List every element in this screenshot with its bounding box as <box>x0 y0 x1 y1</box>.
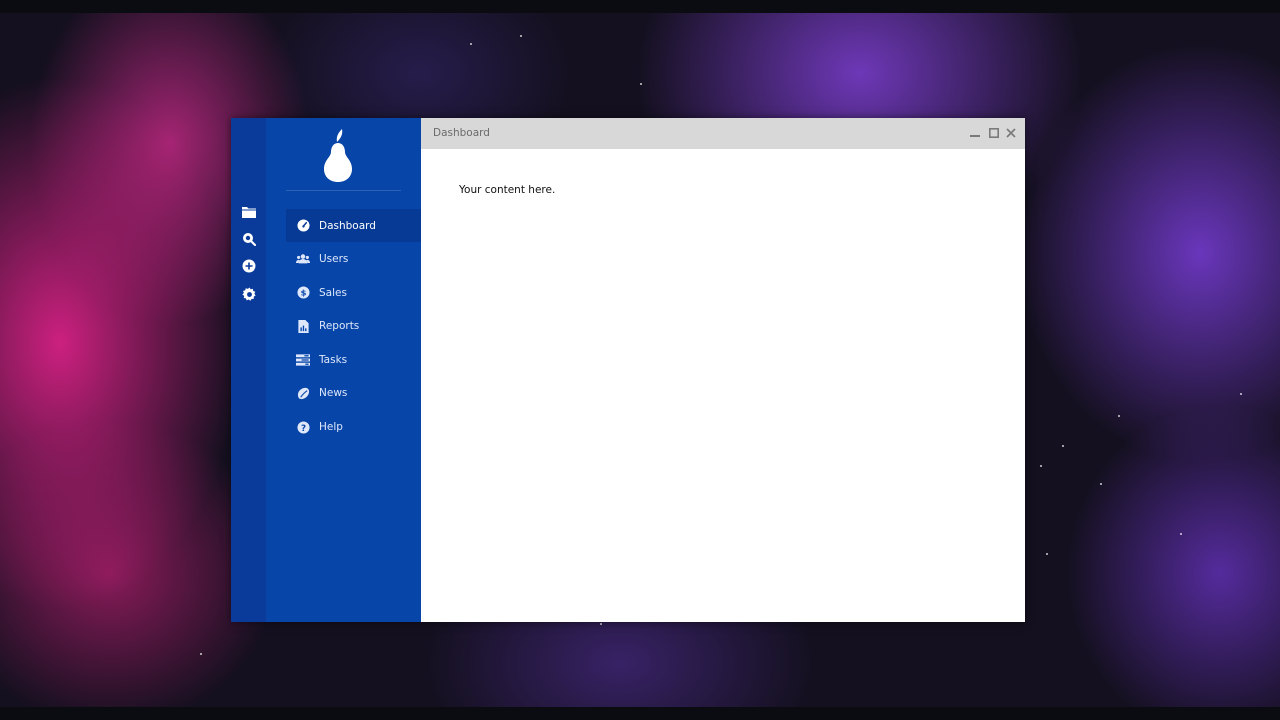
content-text: Your content here. <box>459 184 556 196</box>
minimize-button[interactable] <box>968 126 982 140</box>
sidebar-item-dashboard[interactable]: Dashboard <box>286 209 421 242</box>
users-icon <box>296 252 310 266</box>
gear-icon[interactable] <box>240 285 258 303</box>
sidebar-item-tasks[interactable]: Tasks <box>286 343 421 376</box>
maximize-icon <box>989 128 999 138</box>
folder-icon[interactable] <box>240 203 258 221</box>
help-icon: ? <box>296 420 310 434</box>
close-icon <box>1006 128 1016 138</box>
main-content: Your content here. <box>421 149 1025 622</box>
sidebar-item-label: News <box>319 387 348 400</box>
sidebar-item-help[interactable]: ? Help <box>286 411 421 444</box>
zoom-icon[interactable] <box>240 230 258 248</box>
app-window: Dashboard Users $ Sales Reports Tasks Ne… <box>231 118 1025 622</box>
sidebar-item-reports[interactable]: Reports <box>286 310 421 343</box>
pear-logo-icon <box>319 128 357 184</box>
logo-divider <box>286 190 401 191</box>
sidebar-item-news[interactable]: News <box>286 377 421 410</box>
svg-text:$: $ <box>300 288 306 298</box>
report-icon <box>296 319 310 333</box>
news-icon <box>296 386 310 400</box>
gauge-icon <box>296 219 310 233</box>
title-bar[interactable]: Dashboard <box>421 118 1025 149</box>
minimize-icon <box>970 135 980 137</box>
sidebar-item-label: Reports <box>319 320 360 333</box>
dollar-icon: $ <box>296 286 310 300</box>
sidebar-menu: Dashboard Users $ Sales Reports Tasks Ne… <box>286 209 421 444</box>
sidebar-item-label: Help <box>319 421 343 434</box>
svg-text:?: ? <box>300 423 305 433</box>
icon-bar <box>231 118 266 622</box>
maximize-button[interactable] <box>987 126 1001 140</box>
sidebar-item-label: Sales <box>319 286 347 299</box>
sidebar: Dashboard Users $ Sales Reports Tasks Ne… <box>266 118 421 622</box>
sidebar-item-label: Dashboard <box>319 219 376 232</box>
close-button[interactable] <box>1004 126 1018 140</box>
add-circle-icon[interactable] <box>240 257 258 275</box>
sidebar-item-users[interactable]: Users <box>286 243 421 276</box>
window-title: Dashboard <box>433 127 490 139</box>
sidebar-item-label: Users <box>319 253 349 266</box>
sidebar-item-sales[interactable]: $ Sales <box>286 276 421 309</box>
sidebar-item-label: Tasks <box>319 353 348 366</box>
tasks-icon <box>296 353 310 367</box>
